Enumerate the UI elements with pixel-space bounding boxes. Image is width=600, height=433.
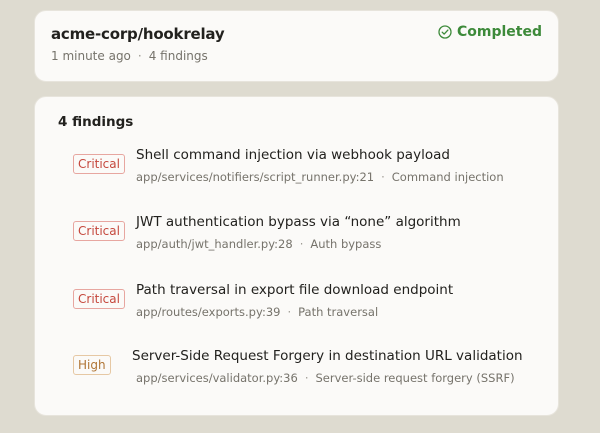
finding-meta: app/routes/exports.py:39 · Path traversal (136, 305, 378, 319)
finding-category: Path traversal (298, 305, 379, 319)
status-label: Completed (456, 24, 542, 40)
findings-count: 4 findings (148, 49, 208, 63)
findings-heading: 4 findings (58, 114, 134, 130)
finding-title[interactable]: Path traversal in export file download e… (136, 282, 453, 298)
meta-separator: · (137, 49, 142, 63)
meta-separator: · (381, 170, 385, 184)
finding-category: Command injection (391, 170, 504, 184)
severity-badge-high: High (73, 355, 111, 375)
finding-title[interactable]: Server-Side Request Forgery in destinati… (132, 348, 523, 364)
severity-badge-critical: Critical (73, 221, 125, 241)
status-badge: Completed (438, 24, 542, 40)
severity-badge-critical: Critical (73, 289, 125, 309)
findings-card: 4 findings Critical Shell command inject… (34, 96, 559, 416)
finding-meta: app/services/notifiers/script_runner.py:… (136, 170, 504, 184)
meta-separator: · (287, 305, 292, 319)
finding-meta: app/services/validator.py:36 · Server-side… (136, 371, 515, 385)
finding-meta: app/auth/jwt_handler.py:28 · Auth bypass (136, 237, 381, 251)
finding-location: app/routes/exports.py:39 (136, 305, 281, 319)
finding-location: app/services/notifiers/script_runner.py:… (136, 170, 375, 184)
severity-badge-critical: Critical (73, 154, 125, 174)
finding-title[interactable]: Shell command injection via webhook payl… (136, 147, 450, 163)
scan-summary-card: acme-corp/hookrelay 1 minute ago · 4 findi… (34, 10, 559, 82)
scan-time: 1 minute ago (51, 49, 131, 63)
finding-location: app/auth/jwt_handler.py:28 (136, 237, 293, 251)
scan-meta: 1 minute ago · 4 findings (51, 49, 208, 63)
meta-separator: · (299, 237, 304, 251)
finding-category: Server-side request forgery (SSRF) (315, 371, 515, 385)
check-circle-icon (438, 25, 452, 39)
finding-location: app/services/validator.py:36 (136, 371, 298, 385)
repo-name[interactable]: acme-corp/hookrelay (51, 25, 225, 43)
finding-title[interactable]: JWT authentication bypass via “none” alg… (136, 214, 461, 230)
meta-separator: · (304, 371, 309, 385)
finding-category: Auth bypass (310, 237, 382, 251)
